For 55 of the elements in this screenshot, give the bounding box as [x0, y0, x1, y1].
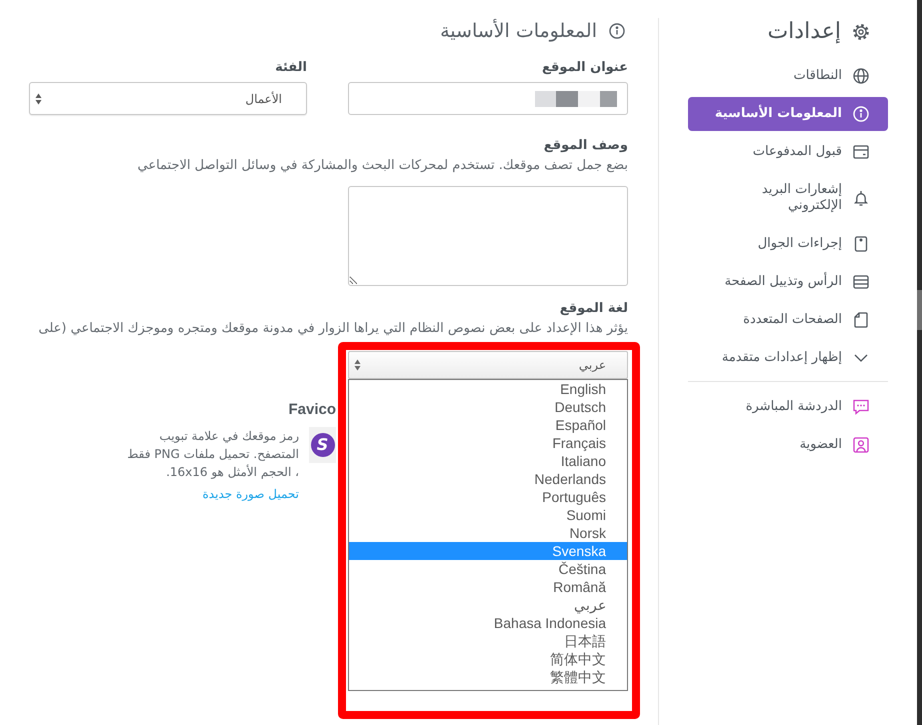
info-icon	[853, 106, 869, 122]
sidebar-item[interactable]: العضوية	[688, 428, 888, 462]
language-option[interactable]: Bahasa Indonesia	[349, 614, 627, 632]
language-option[interactable]: Suomi	[349, 506, 627, 524]
card-icon	[853, 144, 869, 160]
sidebar-item[interactable]: الدردشة المباشرة	[688, 390, 888, 424]
info-icon	[609, 23, 625, 39]
site-title-field[interactable]	[348, 82, 628, 115]
globe-icon	[853, 68, 869, 84]
language-select[interactable]: عربي	[348, 351, 628, 379]
favicon-logo: S	[310, 433, 334, 457]
sidebar-title: إعدادات	[767, 18, 841, 46]
language-option[interactable]: Français	[349, 434, 627, 452]
field-label: الفئة	[274, 59, 307, 77]
language-option[interactable]: English	[349, 380, 627, 398]
settings-icon	[852, 23, 870, 41]
chat-bubble-icon	[853, 399, 869, 415]
language-option[interactable]: Español	[349, 416, 627, 434]
advanced-settings-toggle[interactable]: إظهار إعدادات متقدمة	[688, 341, 888, 375]
sidebar-item[interactable]: إشعارات البريد الإلكتروني	[688, 173, 888, 223]
sidebar-item[interactable]: النطاقات	[688, 59, 888, 93]
stacked-rows-icon	[853, 274, 869, 290]
sidebar-item[interactable]: المعلومات الأساسية	[688, 97, 888, 131]
language-option[interactable]: عربي	[349, 596, 627, 614]
field-label: عنوان الموقع	[540, 59, 628, 77]
sidebar-item[interactable]: قبول المدفوعات	[688, 135, 888, 169]
bell-icon	[853, 190, 869, 206]
person-badge-icon	[853, 437, 869, 453]
category-select[interactable]: الأعمال	[29, 82, 307, 115]
language-option[interactable]: 简体中文	[349, 650, 627, 668]
field-label: وصف الموقع	[542, 137, 628, 155]
section-title: المعلومات الأساسية	[440, 18, 597, 44]
favicon-hint: رمز موقعك في علامة تبويب المتصفح. تحميل ملفات PNG فقط ، الحجم الأمثل هو 16x16.	[127, 428, 299, 481]
scrollbar-thumb[interactable]	[917, 290, 922, 330]
field-hint: يؤثر هذا الإعداد على بعض نصوص النظام التي يراها الزوار في مدونة موقعك ومتجره وموجزك الاجتماعي (على	[38, 320, 628, 338]
field-label: لغة الموقع	[558, 300, 628, 318]
language-option[interactable]: Nederlands	[349, 470, 627, 488]
language-option[interactable]: Italiano	[349, 452, 627, 470]
language-option[interactable]: Deutsch	[349, 398, 627, 416]
sidebar-item[interactable]: الرأس وتذييل الصفحة	[688, 265, 888, 299]
language-option[interactable]: 日本語	[349, 632, 627, 650]
language-option[interactable]: Português	[349, 488, 627, 506]
page-icon	[853, 312, 869, 328]
sidebar-item[interactable]: إجراءات الجوال	[688, 227, 888, 261]
language-option[interactable]: Norsk	[349, 524, 627, 542]
language-option[interactable]: 繁體中文	[349, 668, 627, 686]
favicon-label: Favico	[287, 400, 336, 420]
sidebar-item[interactable]: الصفحات المتعددة	[688, 303, 888, 337]
language-option[interactable]: Čeština	[349, 560, 627, 578]
language-option[interactable]: Română	[349, 578, 627, 596]
field-hint: بضع جمل تصف موقعك. تستخدم لمحركات البحث والمشاركة في وسائل التواصل الاجتماعي	[136, 157, 628, 175]
sort-arrows-icon	[354, 359, 361, 371]
description-field[interactable]	[348, 186, 628, 286]
tablet-icon	[853, 236, 869, 252]
sort-arrows-icon	[35, 92, 42, 104]
